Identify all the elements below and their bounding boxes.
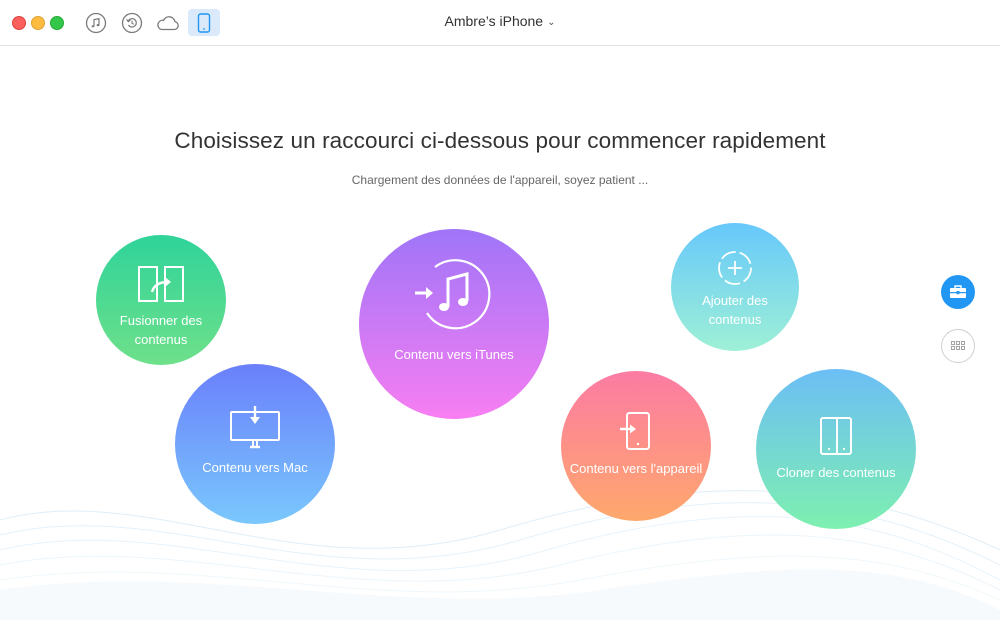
minimize-window-button[interactable] bbox=[31, 16, 45, 30]
add-contents-button[interactable]: Ajouter des contenus bbox=[671, 223, 799, 351]
toolbox-icon bbox=[950, 285, 966, 298]
loading-status: Chargement des données de l'appareil, so… bbox=[351, 173, 649, 187]
phone-icon[interactable] bbox=[188, 9, 220, 36]
phone-import-icon bbox=[620, 411, 650, 450]
music-icon[interactable] bbox=[83, 10, 109, 36]
content-to-device-label: Contenu vers l'appareil bbox=[569, 460, 703, 476]
restore-icon[interactable] bbox=[119, 10, 145, 36]
device-selector-button[interactable]: Ambre’s iPhone ⌄ bbox=[445, 13, 556, 29]
content-to-itunes-button[interactable]: Contenu vers iTunes bbox=[359, 229, 549, 419]
device-name: Ambre’s iPhone bbox=[444, 13, 544, 29]
device-selector: Ambre’s iPhone ⌄ bbox=[0, 13, 1000, 29]
clone-contents-button[interactable]: Cloner des contenus bbox=[756, 369, 916, 529]
close-window-button[interactable] bbox=[12, 16, 26, 30]
monitor-download-icon bbox=[230, 405, 280, 448]
add-circle-icon bbox=[718, 251, 752, 285]
app-window: Ambre’s iPhone ⌄ Choisissez un raccourci … bbox=[0, 0, 1000, 620]
itunes-note-icon bbox=[415, 258, 491, 329]
merge-contents-label: Fusionner des contenus bbox=[119, 313, 203, 347]
content-to-itunes-label: Contenu vers iTunes bbox=[394, 346, 514, 362]
merge-contents-button[interactable]: Fusionner des contenus bbox=[96, 235, 226, 365]
page-title: Choisissez un raccourci ci-dessous pour … bbox=[174, 128, 826, 153]
content-to-mac-label: Contenu vers Mac bbox=[202, 459, 308, 475]
content-to-device-button[interactable]: Contenu vers l'appareil bbox=[561, 371, 711, 521]
grid-icon bbox=[951, 341, 965, 350]
more-tools-button[interactable] bbox=[941, 329, 975, 363]
zoom-window-button[interactable] bbox=[50, 16, 64, 30]
title-bar: Ambre’s iPhone ⌄ bbox=[0, 0, 1000, 46]
clone-contents-label: Cloner des contenus bbox=[776, 464, 896, 480]
chevron-down-icon: ⌄ bbox=[547, 17, 556, 28]
content-to-mac-button[interactable]: Contenu vers Mac bbox=[175, 364, 335, 524]
add-contents-label: Ajouter des contenus bbox=[702, 293, 768, 327]
cloud-icon[interactable] bbox=[154, 10, 182, 36]
merge-icon bbox=[138, 266, 184, 302]
toolkit-button[interactable] bbox=[941, 275, 975, 309]
clone-phones-icon bbox=[820, 416, 852, 455]
